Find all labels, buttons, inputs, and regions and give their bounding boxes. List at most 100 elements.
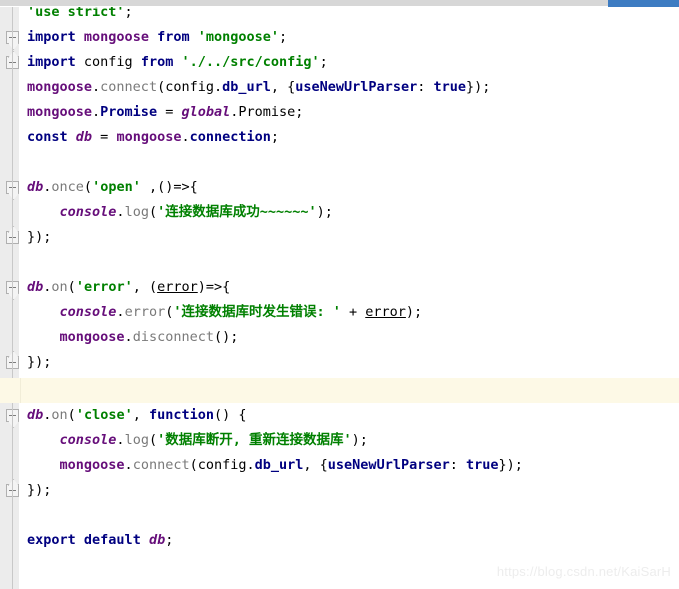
code-token: mongoose — [59, 329, 125, 345]
code-token: error — [124, 304, 166, 320]
code-token: : — [449, 457, 466, 473]
code-line[interactable]: import config from './../src/config'; — [20, 50, 328, 75]
horizontal-scroll-track[interactable] — [0, 0, 608, 6]
code-line-text: export default db; — [20, 532, 173, 548]
horizontal-scrollbar[interactable] — [0, 0, 679, 7]
code-line[interactable]: db.on('close', function() { — [20, 403, 247, 428]
code-token: log — [124, 432, 149, 448]
code-line[interactable] — [20, 250, 27, 275]
code-token: . — [116, 304, 125, 320]
code-token: (config. — [189, 457, 255, 473]
code-line[interactable]: mongoose.Promise = global.Promise; — [20, 100, 303, 125]
code-token: export — [27, 532, 76, 548]
code-token: ; — [165, 532, 174, 548]
code-line[interactable]: mongoose.disconnect(); — [20, 325, 239, 350]
code-line-text: mongoose.connect(config.db_url, {useNewU… — [20, 457, 523, 473]
code-token: mongoose — [116, 129, 182, 145]
code-token: mongoose — [27, 79, 93, 95]
code-line-text: import config from './../src/config'; — [20, 54, 328, 70]
code-token: mongoose — [59, 457, 125, 473]
code-line[interactable]: db.once('open' ,()=>{ — [20, 175, 198, 200]
code-line-text: import mongoose from 'mongoose'; — [20, 29, 287, 45]
code-token: console — [59, 304, 117, 320]
code-token: once — [51, 179, 84, 195]
code-token: = — [92, 129, 117, 145]
code-token: )=>{ — [197, 279, 231, 295]
code-token: mongoose — [27, 104, 93, 120]
code-token: db — [27, 279, 44, 295]
code-token: . — [92, 104, 101, 120]
code-line[interactable]: }); — [20, 225, 51, 250]
code-line-text: db.on('close', function() { — [20, 407, 247, 423]
code-token: true — [465, 457, 499, 473]
code-token: , — [132, 407, 149, 423]
code-token: ; — [270, 129, 280, 145]
code-line[interactable] — [20, 378, 27, 403]
code-line[interactable]: }); — [20, 350, 51, 375]
code-line[interactable]: console.log('连接数据库成功~~~~~~'); — [20, 200, 333, 225]
code-line-text: console.log('连接数据库成功~~~~~~'); — [20, 204, 333, 220]
code-token: = — [157, 104, 182, 120]
code-line-text: db.on('error', (error)=>{ — [20, 279, 230, 295]
code-token: . — [92, 79, 101, 95]
code-text-surface[interactable]: 'use strict'; import mongoose from 'mongo… — [20, 0, 679, 589]
code-line-text: }); — [20, 229, 51, 245]
code-token: true — [433, 79, 466, 95]
code-token: .Promise; — [230, 104, 304, 120]
code-token: config — [75, 54, 141, 70]
code-token: function — [148, 407, 215, 423]
code-token: 'mongoose' — [197, 29, 280, 45]
code-token: db — [27, 407, 44, 423]
code-line[interactable]: console.error('连接数据库时发生错误: ' + error); — [20, 300, 423, 325]
code-token: ( — [148, 432, 158, 448]
code-line[interactable] — [20, 150, 27, 175]
code-line-text: db.once('open' ,()=>{ — [20, 179, 198, 195]
code-token: 'close' — [75, 407, 133, 423]
code-token: './../src/config' — [181, 54, 320, 70]
fold-tree-rail — [12, 7, 13, 589]
code-line[interactable]: mongoose.connect(config.db_url, {useNewU… — [20, 75, 490, 100]
code-token: . — [116, 204, 125, 220]
code-line[interactable] — [20, 503, 27, 528]
code-line[interactable]: console.log('数据库断开, 重新连接数据库'); — [20, 428, 368, 453]
code-line[interactable]: const db = mongoose.connection; — [20, 125, 279, 150]
code-token: '数据库断开, 重新连接数据库' — [157, 432, 352, 448]
code-line[interactable]: db.on('error', (error)=>{ — [20, 275, 230, 300]
code-line[interactable]: import mongoose from 'mongoose'; — [20, 25, 287, 50]
code-token: . — [116, 432, 125, 448]
code-token: }); — [27, 229, 52, 245]
code-token: error — [365, 304, 406, 320]
code-token: useNewUrlParser — [327, 457, 450, 473]
horizontal-scroll-thumb[interactable] — [608, 0, 679, 7]
editor-fold-gutter[interactable] — [0, 0, 19, 589]
code-line-text: console.log('数据库断开, 重新连接数据库'); — [20, 432, 368, 448]
code-token: ( — [148, 204, 158, 220]
code-token: '连接数据库成功~~~~~~' — [157, 204, 317, 220]
code-line[interactable]: export default db; — [20, 528, 173, 553]
code-editor-pane: 'use strict'; import mongoose from 'mongo… — [0, 0, 679, 589]
code-line-text: mongoose.Promise = global.Promise; — [20, 104, 303, 120]
code-token: ( — [67, 407, 76, 423]
code-token: log — [124, 204, 149, 220]
code-line-text: mongoose.connect(config.db_url, {useNewU… — [20, 79, 490, 95]
code-token: . — [181, 129, 190, 145]
code-line[interactable]: mongoose.connect(config.db_url, {useNewU… — [20, 453, 523, 478]
code-token: connection — [189, 129, 271, 145]
code-token: ; — [279, 29, 288, 45]
code-token: on — [51, 279, 68, 295]
code-line[interactable]: }); — [20, 478, 51, 503]
code-token: db — [148, 532, 166, 548]
code-token: . — [124, 457, 133, 473]
code-line-text: console.error('连接数据库时发生错误: ' + error); — [20, 304, 423, 320]
